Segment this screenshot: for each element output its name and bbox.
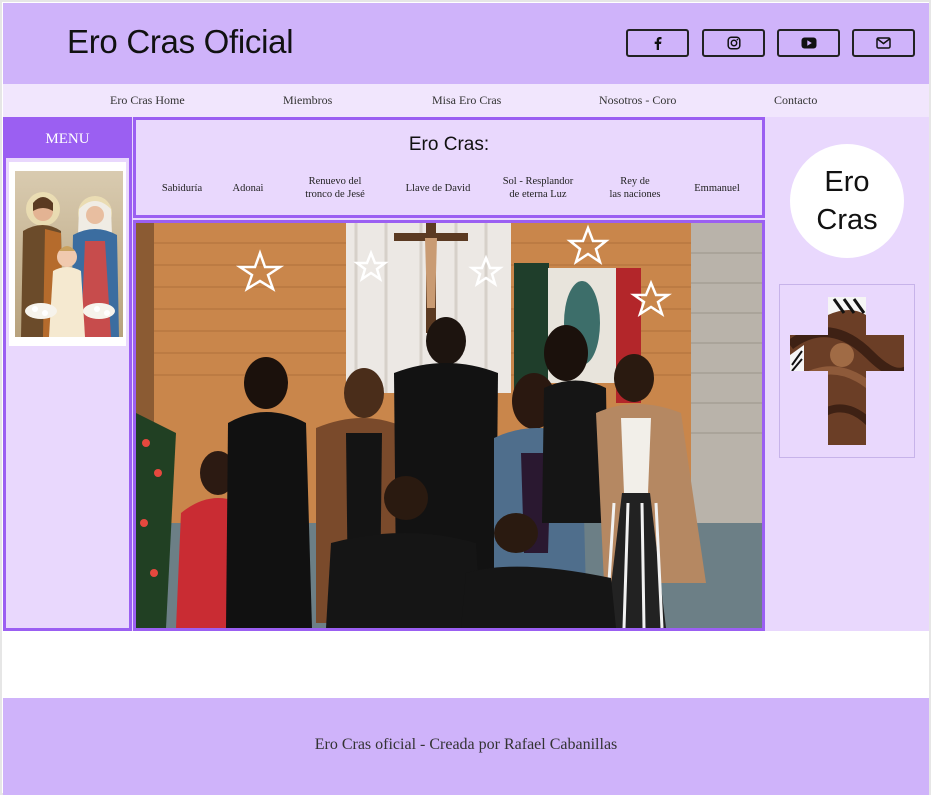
- nav-item-misa[interactable]: Misa Ero Cras: [432, 93, 501, 108]
- cross-card: [779, 284, 915, 458]
- topic-sol[interactable]: Sol - Resplandor de eterna Luz: [488, 175, 588, 201]
- topics-title: Ero Cras:: [408, 134, 490, 155]
- badge-line-2: Cras: [816, 204, 878, 236]
- main-nav: Ero Cras Home Miembros Misa Ero Cras Nos…: [3, 84, 929, 117]
- facebook-icon: [654, 37, 661, 50]
- facebook-button[interactable]: [626, 29, 689, 57]
- sidebar: MENU: [3, 117, 132, 631]
- topic-emmanuel[interactable]: Emmanuel: [680, 182, 754, 195]
- nav-item-nosotros[interactable]: Nosotros - Coro: [599, 93, 676, 108]
- holy-family-image[interactable]: [15, 171, 123, 337]
- ero-cras-badge: Ero Cras: [790, 144, 904, 258]
- instagram-icon: [726, 36, 741, 50]
- footer-credit: Ero Cras oficial - Creada por Rafael Cab…: [314, 736, 618, 753]
- youtube-button[interactable]: [777, 29, 840, 57]
- topic-adonai[interactable]: Adonai: [218, 182, 278, 195]
- instagram-button[interactable]: [702, 29, 765, 57]
- cross-image[interactable]: [780, 285, 914, 457]
- holy-family-card: [9, 162, 126, 346]
- topic-rey-de-las-naciones[interactable]: Rey de las naciones: [594, 175, 676, 201]
- site-title[interactable]: Ero Cras Oficial: [67, 23, 294, 61]
- topic-sabiduria[interactable]: Sabiduría: [148, 182, 216, 195]
- topic-renuevo[interactable]: Renuevo del tronco de Jesé: [288, 175, 382, 201]
- nav-item-contacto[interactable]: Contacto: [774, 93, 817, 108]
- topics-panel: Ero Cras: Sabiduría Adonai Renuevo del t…: [133, 117, 765, 218]
- group-photo-frame: [133, 220, 765, 631]
- topic-llave-de-david[interactable]: Llave de David: [392, 182, 484, 195]
- mail-button[interactable]: [852, 29, 915, 57]
- mail-icon: [876, 37, 891, 49]
- badge-line-1: Ero: [824, 166, 870, 198]
- nav-item-home[interactable]: Ero Cras Home: [110, 93, 185, 108]
- site-header: Ero Cras Oficial: [3, 3, 929, 84]
- site-footer: Ero Cras oficial - Creada por Rafael Cab…: [3, 698, 929, 795]
- menu-button[interactable]: MENU: [6, 120, 129, 158]
- group-photo[interactable]: [136, 223, 762, 628]
- youtube-icon: [801, 37, 816, 49]
- nav-item-miembros[interactable]: Miembros: [283, 93, 332, 108]
- spacer-band: [3, 631, 929, 698]
